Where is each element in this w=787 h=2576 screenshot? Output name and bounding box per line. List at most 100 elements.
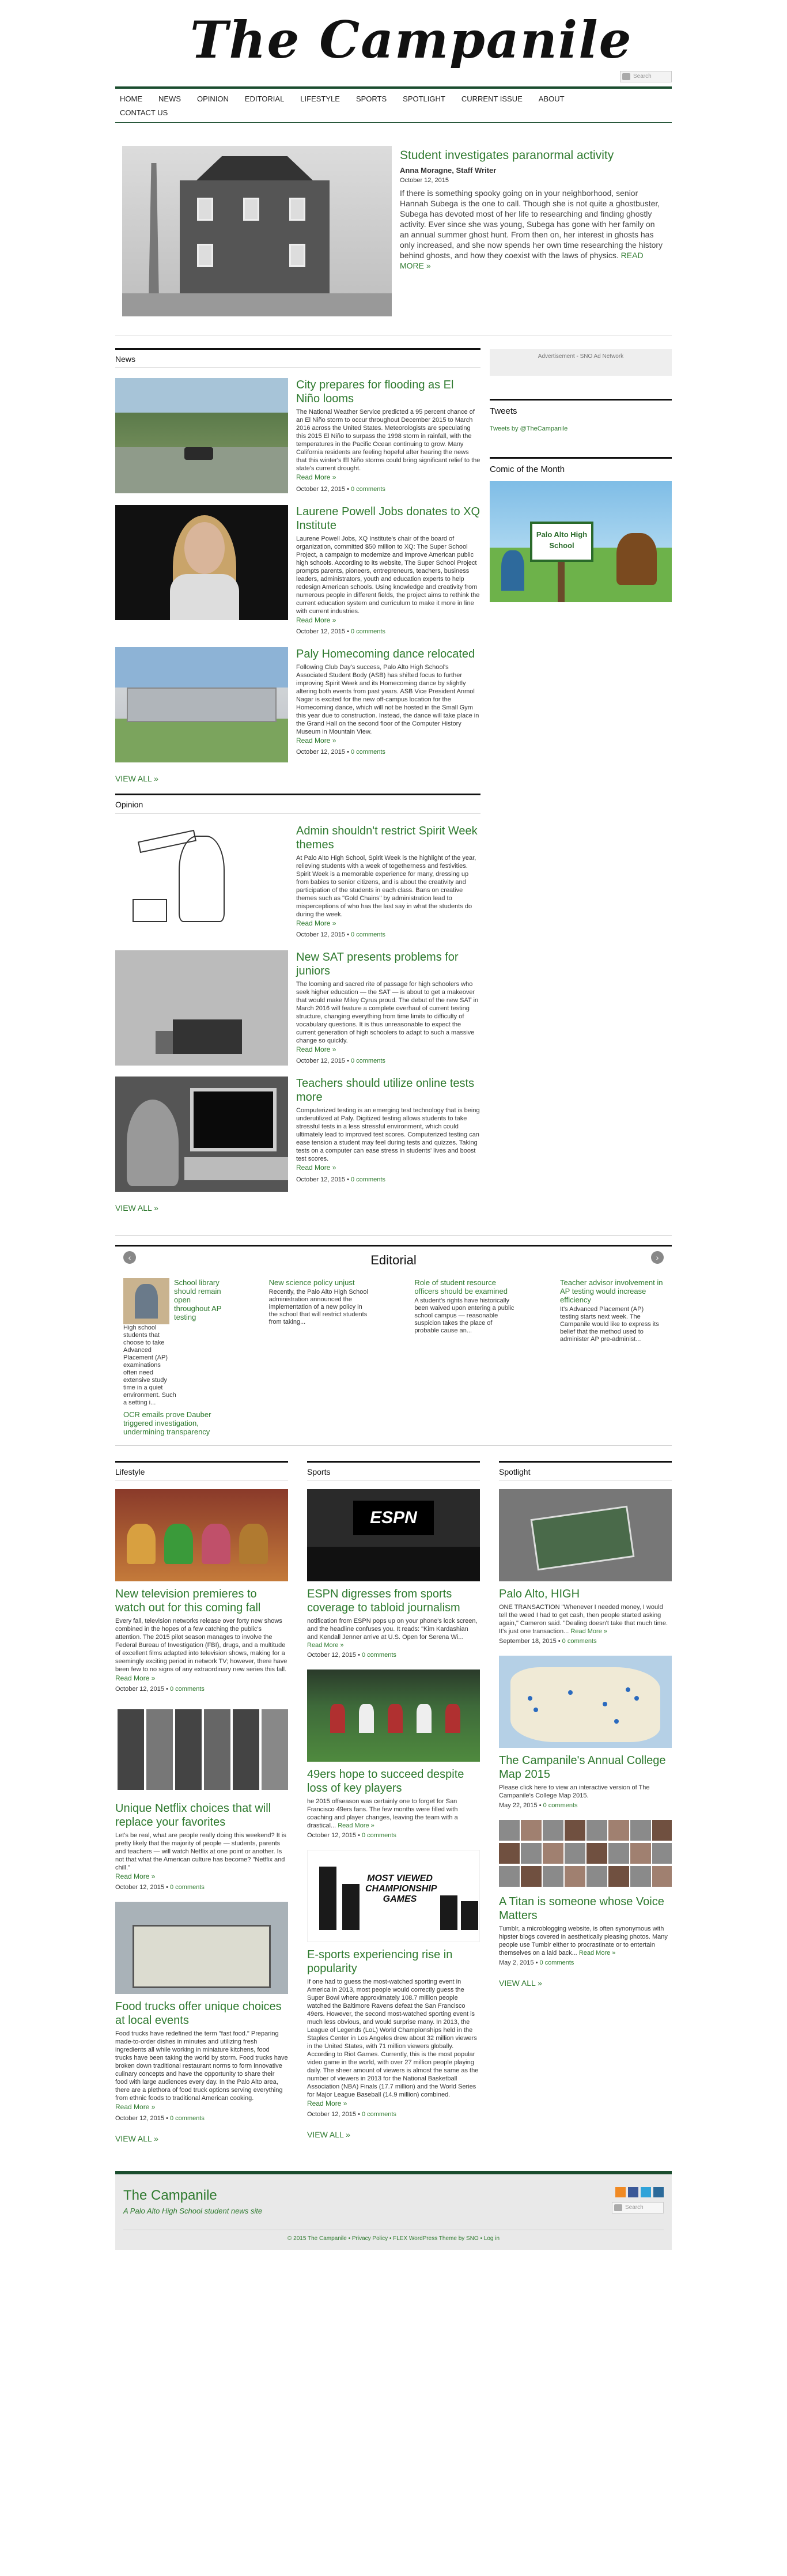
tweets-link[interactable]: Tweets by @TheCampanile	[490, 425, 567, 432]
twitter-icon[interactable]	[641, 2186, 651, 2197]
nav-item-editorial[interactable]: Editorial	[245, 92, 284, 106]
spotlight-photo[interactable]	[499, 1489, 672, 1581]
speaker-photo[interactable]	[115, 504, 288, 620]
comments-link[interactable]: 0 comments	[170, 1686, 205, 1693]
food-truck-photo[interactable]	[115, 1902, 288, 1995]
read-more-link[interactable]: Read More »	[296, 736, 336, 745]
story-title[interactable]: Admin shouldn't restrict Spirit Week the…	[296, 824, 480, 852]
story-title[interactable]: Teachers should utilize online tests mor…	[296, 1077, 480, 1104]
story-title[interactable]: A Titan is someone whose Voice Matters	[499, 1895, 672, 1922]
read-more-link[interactable]: Read More »	[338, 1822, 374, 1829]
read-more-link[interactable]: Read More »	[296, 616, 336, 624]
spotlight-heading[interactable]: Spotlight	[499, 1466, 672, 1481]
story-title[interactable]: Unique Netflix choices that will replace…	[115, 1801, 288, 1829]
espn-photo[interactable]: ESPN	[307, 1489, 480, 1581]
nav-item-sports[interactable]: Sports	[356, 92, 387, 106]
rss-icon[interactable]	[615, 2186, 626, 2197]
story-title[interactable]: City prepares for flooding as El Niño lo…	[296, 378, 480, 406]
search-icon[interactable]	[622, 73, 630, 80]
nav-item-about[interactable]: About	[539, 92, 565, 106]
comments-link[interactable]: 0 comments	[543, 1802, 578, 1809]
carousel-prev-arrow-icon[interactable]: ‹	[123, 1251, 136, 1264]
comments-link[interactable]: 0 comments	[351, 1057, 385, 1064]
read-more-link[interactable]: Read More »	[570, 1628, 607, 1635]
netflix-collage[interactable]	[115, 1704, 288, 1796]
lifestyle-view-all-link[interactable]: VIEW ALL »	[115, 2133, 288, 2144]
lifestyle-heading[interactable]: Lifestyle	[115, 1466, 288, 1481]
read-more-link[interactable]: Read More »	[307, 2099, 347, 2107]
featured-image[interactable]	[122, 146, 392, 316]
featured-author[interactable]: Anna Moragne, Staff Writer	[400, 165, 665, 176]
spotlight-view-all-link[interactable]: VIEW ALL »	[499, 1977, 672, 1989]
nav-item-spotlight[interactable]: Spotlight	[403, 92, 445, 106]
comments-link[interactable]: 0 comments	[351, 931, 385, 938]
story-title[interactable]: Food trucks offer unique choices at loca…	[115, 2000, 288, 2027]
tumblr-collage[interactable]	[499, 1819, 672, 1889]
editorial-title[interactable]: Role of student resource officers should…	[414, 1278, 518, 1295]
read-more-link[interactable]: Read More »	[296, 919, 336, 927]
comments-link[interactable]: 0 comments	[362, 1832, 396, 1839]
read-more-link[interactable]: Read More »	[296, 1045, 336, 1053]
search-input[interactable]: Search	[620, 71, 672, 82]
ad-box[interactable]: Advertisement - SNO Ad Network	[490, 349, 672, 376]
editorial-title[interactable]: Teacher advisor involvement in AP testin…	[560, 1278, 664, 1304]
editorial-title[interactable]: OCR emails prove Dauber triggered invest…	[123, 1410, 227, 1436]
story-title[interactable]: Laurene Powell Jobs donates to XQ Instit…	[296, 505, 480, 532]
comments-link[interactable]: 0 comments	[351, 486, 385, 493]
comments-link[interactable]: 0 comments	[562, 1638, 597, 1645]
read-more-link[interactable]: Read More »	[115, 1674, 155, 1682]
story-title[interactable]: New SAT presents problems for juniors	[296, 950, 480, 978]
story-title[interactable]: E-sports experiencing rise in popularity	[307, 1948, 480, 1976]
read-more-link[interactable]: Read More »	[579, 1950, 616, 1956]
editorial-heading[interactable]: Editorial	[115, 1251, 672, 1270]
carousel-next-arrow-icon[interactable]: ›	[651, 1251, 664, 1264]
sat-photo[interactable]	[115, 950, 288, 1066]
footer-site-name[interactable]: The Campanile	[123, 2186, 664, 2206]
read-more-link[interactable]: Read More »	[115, 2103, 155, 2111]
cartoon-illustration[interactable]	[115, 824, 288, 939]
comments-link[interactable]: 0 comments	[362, 2111, 396, 2118]
story-title[interactable]: Palo Alto, HIGH	[499, 1587, 672, 1601]
footer-search-input[interactable]: Search	[612, 2201, 664, 2214]
news-view-all-link[interactable]: VIEW ALL »	[115, 773, 480, 784]
nav-item-opinion[interactable]: Opinion	[197, 92, 229, 106]
computer-photo[interactable]	[115, 1077, 288, 1192]
story-title[interactable]: New television premieres to watch out fo…	[115, 1587, 288, 1615]
comments-link[interactable]: 0 comments	[351, 1176, 385, 1183]
story-title[interactable]: 49ers hope to succeed despite loss of ke…	[307, 1767, 480, 1795]
nav-item-current-issue[interactable]: Current Issue	[461, 92, 523, 106]
editorial-title[interactable]: New science policy unjust	[269, 1278, 373, 1287]
story-title[interactable]: ESPN digresses from sports coverage to t…	[307, 1587, 480, 1615]
comic-image[interactable]: Palo Alto High School	[490, 481, 672, 603]
nav-item-contact[interactable]: Contact Us	[120, 106, 651, 120]
championship-games-graphic[interactable]: MOST VIEWED CHAMPIONSHIP GAMES	[307, 1849, 480, 1942]
story-title[interactable]: The Campanile's Annual College Map 2015	[499, 1754, 672, 1781]
email-icon[interactable]	[653, 2186, 664, 2197]
read-more-link[interactable]: Read More »	[115, 1872, 155, 1880]
read-more-link[interactable]: Read More »	[296, 473, 336, 481]
facebook-icon[interactable]	[628, 2186, 638, 2197]
site-logo[interactable]: The Campanile	[190, 8, 633, 71]
college-map[interactable]	[499, 1655, 672, 1748]
opinion-heading[interactable]: Opinion	[115, 799, 480, 814]
read-more-link[interactable]: Read More »	[307, 1642, 344, 1649]
search-icon[interactable]	[614, 2204, 622, 2211]
news-heading[interactable]: News	[115, 353, 480, 368]
nav-item-news[interactable]: News	[158, 92, 181, 106]
featured-title[interactable]: Student investigates paranormal activity	[400, 148, 665, 163]
copyright-line[interactable]: © 2015 The Campanile • Privacy Policy • …	[123, 2229, 664, 2243]
opinion-view-all-link[interactable]: VIEW ALL »	[115, 1202, 480, 1214]
comments-link[interactable]: 0 comments	[362, 1652, 396, 1659]
editorial-thumb[interactable]	[123, 1278, 169, 1325]
read-more-link[interactable]: Read More »	[296, 1164, 336, 1172]
nav-item-home[interactable]: Home	[120, 92, 142, 106]
story-title[interactable]: Paly Homecoming dance relocated	[296, 647, 480, 661]
nav-item-lifestyle[interactable]: Lifestyle	[300, 92, 340, 106]
muppets-photo[interactable]	[115, 1489, 288, 1581]
comments-link[interactable]: 0 comments	[351, 749, 385, 756]
football-photo[interactable]	[307, 1669, 480, 1762]
museum-photo[interactable]	[115, 647, 288, 762]
comments-link[interactable]: 0 comments	[170, 1884, 205, 1891]
sports-view-all-link[interactable]: VIEW ALL »	[307, 2129, 480, 2140]
comments-link[interactable]: 0 comments	[351, 628, 385, 635]
